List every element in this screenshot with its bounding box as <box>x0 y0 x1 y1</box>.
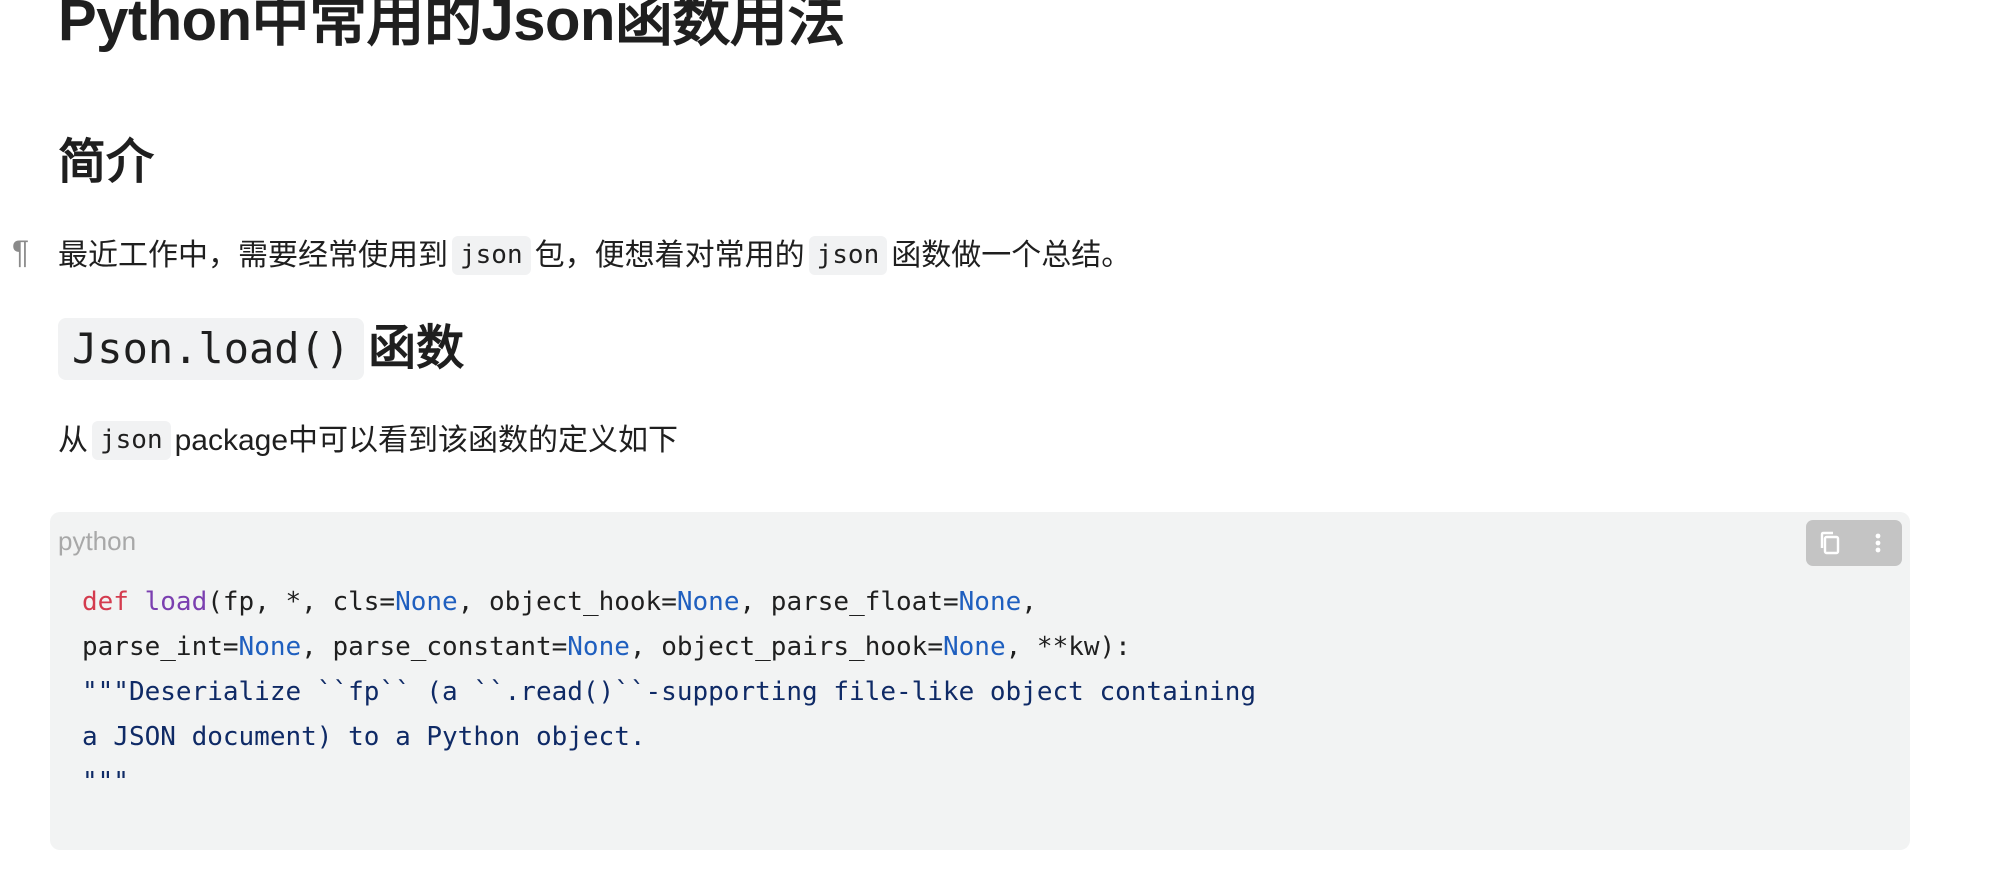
token-text: (fp, *, cls= <box>207 587 396 617</box>
more-vertical-icon <box>1875 533 1881 553</box>
token-constant: None <box>958 587 1022 617</box>
intro-paragraph: 最近工作中，需要经常使用到 json 包，便想着对常用的 json 函数做一个总… <box>58 236 1132 276</box>
heading-code-chip: Json.load() <box>58 318 365 381</box>
code-line-2: parse_int=None, parse_constant=None, obj… <box>82 632 1131 662</box>
intro-text-middle: 包，便想着对常用的 <box>534 238 805 272</box>
heading-json-load: Json.load() 函数 <box>58 318 465 381</box>
token-function: load <box>144 587 208 617</box>
load-text-after: package中可以看到该函数的定义如下 <box>174 423 679 457</box>
token-constant: None <box>567 632 630 662</box>
code-line-1: def load(fp, *, cls=None, object_hook=No… <box>82 587 1037 617</box>
token-text: , parse_constant= <box>301 632 568 662</box>
intro-text-before: 最近工作中，需要经常使用到 <box>58 238 448 272</box>
heading-load-text: 函数 <box>368 322 465 376</box>
token-constant: None <box>238 632 302 662</box>
code-toolbar <box>1806 520 1902 566</box>
inline-code-json-2: json <box>808 236 888 276</box>
code-line-4: a JSON document) to a Python object. <box>82 722 646 752</box>
token-text: , object_pairs_hook= <box>629 632 943 662</box>
token-text: , <box>1021 587 1037 617</box>
code-block[interactable]: python def load(fp, *, cls=None, object_… <box>50 512 1910 850</box>
token-text: , parse_float= <box>739 587 959 617</box>
code-content[interactable]: def load(fp, *, cls=None, object_hook=No… <box>82 580 1256 805</box>
code-line-5: """ <box>82 767 129 797</box>
copy-button[interactable] <box>1810 523 1850 563</box>
paragraph-handle-icon[interactable]: ¶ <box>12 236 29 268</box>
token-constant: None <box>676 587 740 617</box>
token-text: , **kw): <box>1005 632 1131 662</box>
heading-intro: 简介 <box>58 136 155 189</box>
inline-code-json-3: json <box>92 421 171 461</box>
token-keyword: def <box>82 587 129 617</box>
inline-code-json-1: json <box>452 236 531 276</box>
load-paragraph: 从 json package中可以看到该函数的定义如下 <box>58 421 679 461</box>
code-language-label: python <box>58 526 137 556</box>
more-button[interactable] <box>1858 523 1898 563</box>
token-text: , object_hook= <box>457 587 677 617</box>
page-title: Python中常用的Json函数用法 <box>58 0 845 53</box>
token-constant: None <box>942 632 1006 662</box>
intro-text-after: 函数做一个总结。 <box>891 238 1132 272</box>
load-text-before: 从 <box>58 423 88 457</box>
document-page: Python中常用的Json函数用法 简介 ¶ 最近工作中，需要经常使用到 js… <box>0 0 2000 878</box>
token-text: parse_int= <box>82 632 239 662</box>
copy-icon <box>1820 531 1840 555</box>
code-line-3: """Deserialize ``fp`` (a ``.read()``-sup… <box>82 677 1256 707</box>
token-constant: None <box>395 587 458 617</box>
